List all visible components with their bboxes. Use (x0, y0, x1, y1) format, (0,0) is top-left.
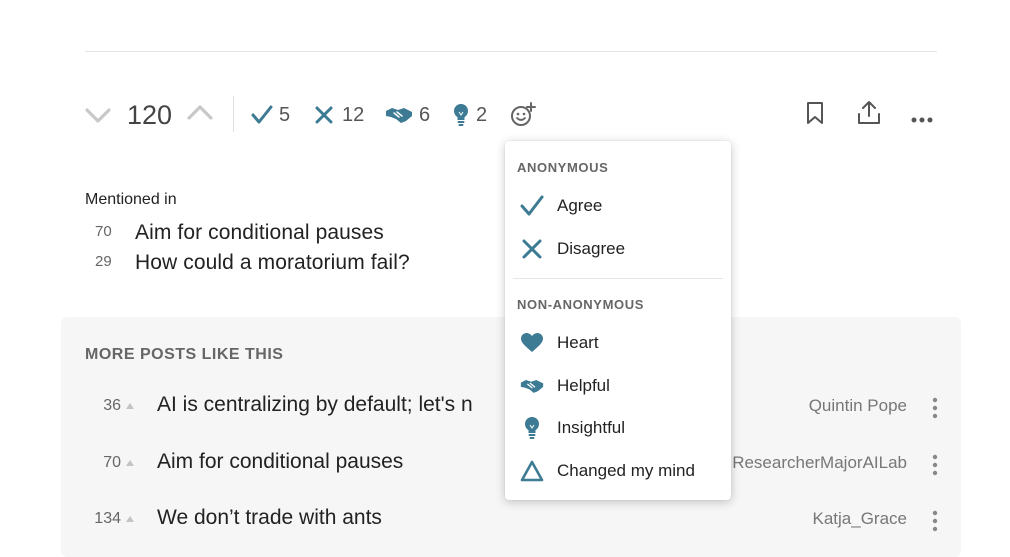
vote-bar: 120 5 12 6 2 (85, 96, 937, 134)
agree-count: 5 (279, 104, 291, 126)
top-divider (85, 51, 937, 52)
reaction-option-label: Disagree (557, 239, 626, 258)
mentioned-in-heading: Mentioned in (85, 191, 177, 208)
post-author[interactable]: Katja_Grace (813, 509, 908, 529)
share-button[interactable] (857, 100, 881, 131)
handshake-icon (520, 380, 544, 393)
post-title[interactable]: Aim for conditional pauses (157, 450, 403, 474)
cross-icon (315, 106, 333, 124)
lightbulb-icon (525, 417, 539, 439)
reaction-menu: ANONYMOUS Agree Disagree NON-ANONYMOUS H… (505, 141, 731, 500)
post-score: 36 (103, 397, 121, 414)
post-author[interactable]: Quintin Pope (809, 396, 907, 416)
insightful-count: 2 (476, 104, 488, 126)
vote-separator (233, 96, 234, 132)
more-posts-heading: MORE POSTS LIKE THIS (85, 346, 284, 363)
reaction-option-label: Insightful (557, 418, 626, 437)
add-reaction-button[interactable] (510, 102, 536, 133)
share-icon (858, 101, 880, 124)
disagree-reaction[interactable] (314, 105, 334, 130)
menu-divider (513, 278, 723, 279)
check-icon (520, 195, 544, 216)
reaction-option-disagree[interactable]: Disagree (505, 228, 731, 268)
downvote-button[interactable] (85, 106, 111, 129)
reaction-option-insightful[interactable]: Insightful (505, 407, 731, 447)
mentioned-score: 70 (95, 223, 112, 240)
reaction-option-label: Changed my mind (557, 461, 695, 480)
insightful-reaction[interactable] (453, 103, 469, 132)
heart-icon (521, 333, 543, 352)
reaction-option-label: Helpful (557, 376, 610, 395)
mentioned-title[interactable]: How could a moratorium fail? (135, 251, 410, 275)
post-score: 70 (103, 454, 121, 471)
more-vertical-icon[interactable] (931, 510, 939, 532)
reaction-option-helpful[interactable]: Helpful (505, 365, 731, 405)
vote-score: 120 (127, 100, 173, 130)
reaction-option-label: Heart (557, 333, 599, 352)
bookmark-icon (807, 102, 823, 124)
post-title[interactable]: We don’t trade with ants (157, 506, 382, 530)
anonymous-section-label: ANONYMOUS (517, 160, 609, 175)
add-reaction-icon (511, 102, 536, 126)
post-score: 134 (94, 510, 121, 527)
chevron-down-icon (85, 108, 111, 123)
post-title[interactable]: AI is centralizing by default; let's n (157, 393, 473, 417)
post-row[interactable]: 134 We don’t trade with ants Katja_Grace (61, 500, 961, 540)
upvote-triangle-icon (126, 516, 134, 522)
helpful-reaction[interactable] (385, 105, 413, 130)
upvote-button[interactable] (187, 104, 213, 127)
mentioned-score: 29 (95, 253, 112, 270)
post-author[interactable]: ResearcherMajorAILab (732, 453, 907, 473)
delta-triangle-icon (520, 460, 544, 482)
lightbulb-icon (454, 104, 468, 126)
more-horizontal-icon (911, 117, 933, 123)
reaction-option-agree[interactable]: Agree (505, 185, 731, 225)
helpful-count: 6 (419, 104, 431, 126)
upvote-triangle-icon (126, 460, 134, 466)
upvote-triangle-icon (126, 403, 134, 409)
reaction-option-label: Agree (557, 196, 603, 215)
cross-icon (522, 239, 542, 259)
handshake-icon (386, 108, 412, 123)
more-options-button[interactable] (911, 110, 933, 128)
check-icon (251, 105, 273, 124)
nonanonymous-section-label: NON-ANONYMOUS (517, 297, 644, 312)
agree-reaction[interactable] (251, 104, 273, 131)
bookmark-button[interactable] (805, 101, 825, 130)
reaction-option-heart[interactable]: Heart (505, 322, 731, 362)
more-vertical-icon[interactable] (931, 454, 939, 476)
more-vertical-icon[interactable] (931, 397, 939, 419)
chevron-up-icon (187, 105, 213, 120)
mentioned-title[interactable]: Aim for conditional pauses (135, 221, 384, 245)
disagree-count: 12 (342, 104, 365, 126)
reaction-option-changed-mind[interactable]: Changed my mind (505, 450, 731, 490)
